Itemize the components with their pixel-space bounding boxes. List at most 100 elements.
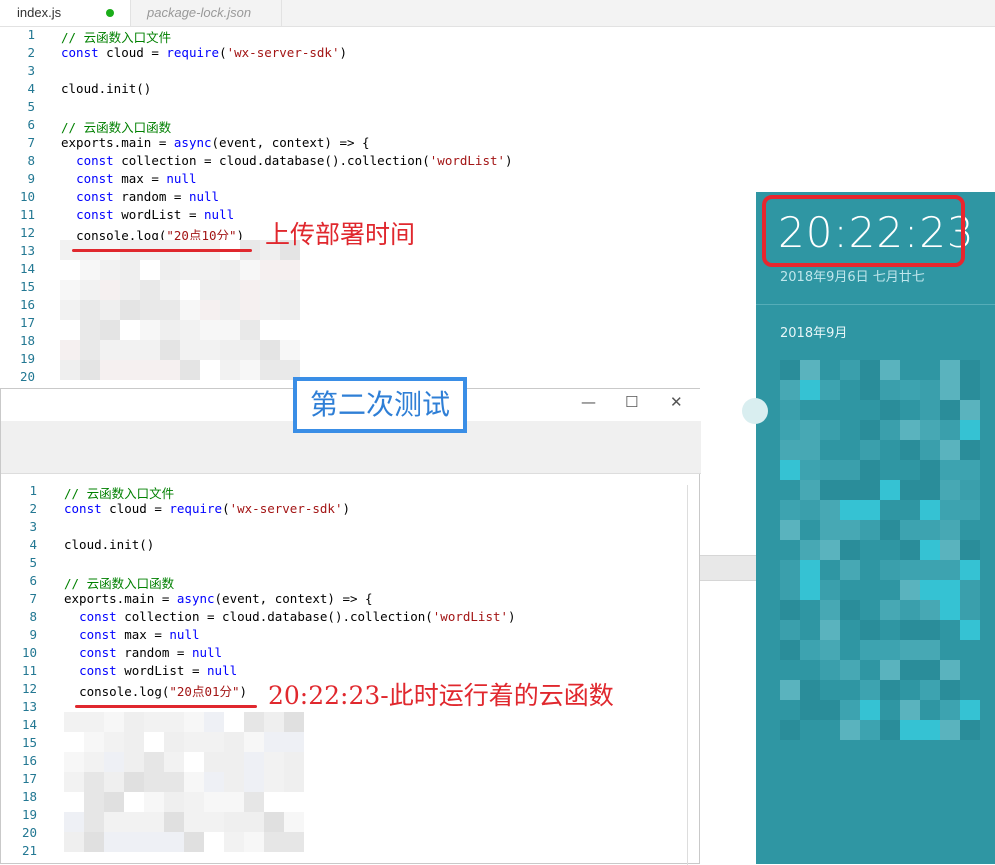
blur-cell — [900, 540, 920, 560]
blur-cell — [284, 712, 304, 732]
blur-cell — [244, 832, 264, 852]
blur-cell — [900, 360, 920, 380]
blur-cell — [780, 400, 800, 420]
blur-cell — [880, 480, 900, 500]
blur-cell — [800, 680, 820, 700]
blur-cell — [900, 580, 920, 600]
blur-cell — [224, 732, 244, 752]
blur-cell — [840, 660, 860, 680]
code-token: const — [79, 645, 117, 660]
line-number: 11 — [19, 207, 35, 222]
blur-cell — [840, 640, 860, 660]
blur-cell — [960, 500, 980, 520]
blur-cell — [244, 732, 264, 752]
blur-cell — [260, 280, 280, 300]
code-token: const — [79, 663, 117, 678]
line-number: 10 — [19, 189, 35, 204]
close-icon[interactable]: ✕ — [670, 393, 683, 411]
blur-cell — [960, 700, 980, 720]
blur-cell — [80, 320, 100, 340]
blur-cell — [960, 540, 980, 560]
blur-cell — [900, 700, 920, 720]
blur-cell — [920, 500, 940, 520]
code-line: const wordList = null — [64, 663, 237, 678]
blur-cell — [220, 320, 240, 340]
blur-cell — [860, 640, 880, 660]
tab-label: package-lock.json — [147, 5, 252, 20]
blur-cell — [240, 340, 260, 360]
blur-cell — [140, 340, 160, 360]
tab-package-lock-json[interactable]: package-lock.json — [131, 0, 282, 26]
blur-cell — [960, 560, 980, 580]
code-token: const — [79, 627, 117, 642]
line-number: 7 — [27, 135, 35, 150]
blur-cell — [800, 360, 820, 380]
blur-cell — [780, 680, 800, 700]
blur-cell — [960, 640, 980, 660]
blur-cell — [820, 440, 840, 460]
line-number: 10 — [21, 645, 37, 660]
blur-cell — [800, 500, 820, 520]
blur-cell — [780, 640, 800, 660]
blur-cell — [780, 660, 800, 680]
line-number: 17 — [21, 771, 37, 786]
blur-cell — [60, 260, 80, 280]
blur-cell — [800, 620, 820, 640]
blur-cell — [284, 752, 304, 772]
blurred-calendar-grid — [780, 360, 995, 780]
code-token: require — [169, 501, 223, 516]
blur-cell — [940, 720, 960, 740]
blur-cell — [224, 832, 244, 852]
blur-cell — [800, 400, 820, 420]
line-number: 15 — [21, 735, 37, 750]
code-token: require — [166, 45, 220, 60]
blur-cell — [244, 772, 264, 792]
blur-cell — [920, 360, 940, 380]
blur-cell — [800, 480, 820, 500]
blur-cell — [264, 812, 284, 832]
blur-cell — [160, 260, 180, 280]
blur-cell — [224, 712, 244, 732]
blur-cell — [264, 772, 284, 792]
blur-cell — [960, 380, 980, 400]
maximize-icon[interactable]: ☐ — [625, 393, 638, 411]
code-token: null — [207, 663, 238, 678]
tab-index-js[interactable]: index.js — [0, 0, 131, 26]
blur-cell — [124, 772, 144, 792]
editor-scrollbar[interactable] — [687, 485, 688, 865]
blur-cell — [900, 480, 920, 500]
minimize-icon[interactable]: — — [581, 393, 596, 411]
blur-cell — [800, 640, 820, 660]
calendar-month[interactable]: 2018年9月 — [780, 322, 847, 341]
blur-cell — [940, 680, 960, 700]
code-token: exports.main = — [61, 135, 174, 150]
line-number: 13 — [21, 699, 37, 714]
code-line: const random = null — [61, 189, 219, 204]
line-number: 15 — [19, 279, 35, 294]
blur-cell — [920, 480, 940, 500]
line-number: 14 — [21, 717, 37, 732]
code-token: cloud.init() — [64, 537, 155, 552]
code-line: // 云函数入口函数 — [61, 117, 171, 136]
blur-cell — [800, 600, 820, 620]
blur-cell — [840, 600, 860, 620]
line-number: 4 — [29, 537, 37, 552]
blur-cell — [244, 752, 264, 772]
blur-cell — [900, 500, 920, 520]
code-line: exports.main = async(event, context) => … — [61, 135, 370, 150]
blur-cell — [880, 420, 900, 440]
line-number: 12 — [21, 681, 37, 696]
blur-cell — [820, 380, 840, 400]
blur-cell — [60, 360, 80, 380]
blur-cell — [880, 540, 900, 560]
blur-cell — [940, 540, 960, 560]
time-highlight-box — [762, 195, 965, 267]
blur-cell — [860, 520, 880, 540]
blur-cell — [960, 360, 980, 380]
line-number: 16 — [21, 753, 37, 768]
blur-cell — [860, 420, 880, 440]
blur-cell — [104, 732, 124, 752]
blur-cell — [960, 440, 980, 460]
